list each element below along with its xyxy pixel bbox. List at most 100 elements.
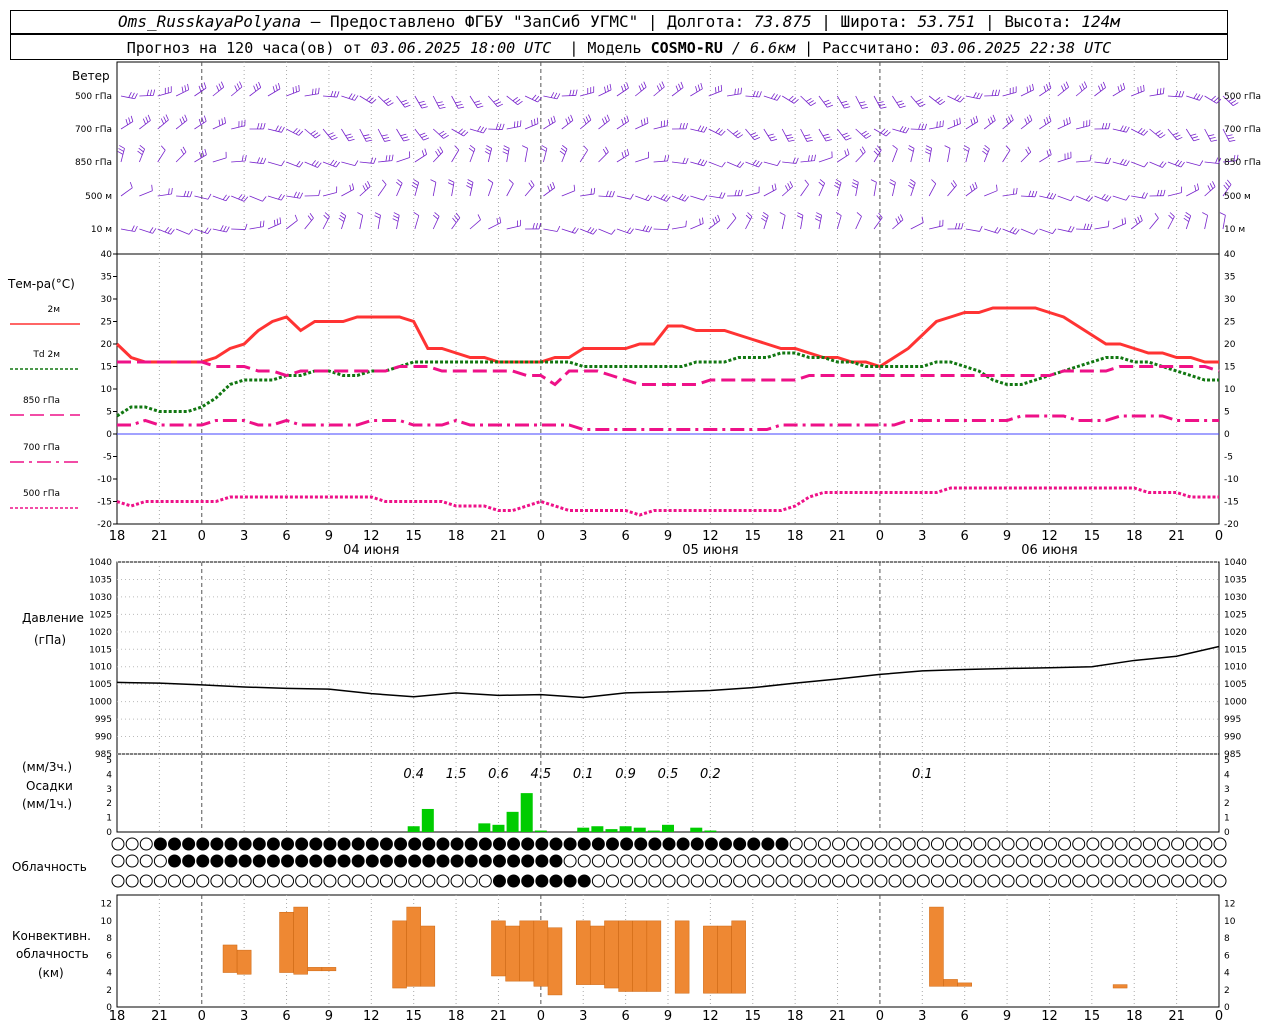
pressure-tick-label: 990 (95, 733, 112, 743)
cloud-symbol (492, 874, 506, 888)
cloud-symbol (1171, 837, 1185, 851)
cloud-symbol (365, 837, 379, 851)
cloud-symbol (577, 874, 591, 888)
time-tick-label-bottom: 18 (787, 1009, 804, 1024)
cloud-symbol (591, 874, 605, 888)
wind-title: Ветер (72, 69, 110, 83)
precip-bar (662, 824, 674, 832)
cloud-symbol (987, 837, 1001, 851)
precip-total-label: 0.2 (700, 767, 721, 782)
convective-tick-label-right: 12 (1224, 900, 1235, 910)
pressure-tick-label-right: 995 (1224, 715, 1241, 725)
cloud-symbol (266, 874, 280, 888)
cloud-symbol (337, 874, 351, 888)
cloud-symbol (930, 837, 944, 851)
cloud-symbol (733, 854, 747, 868)
time-tick-label: 9 (1003, 529, 1011, 544)
pressure-tick-label: 1010 (89, 663, 112, 673)
pressure-tick-label-right: 1005 (1224, 680, 1247, 690)
time-tick-label: 6 (961, 529, 969, 544)
convective-bar (632, 920, 647, 992)
convective-bar (307, 967, 323, 972)
cloud-symbol (1156, 874, 1170, 888)
cloud-symbol (1199, 854, 1213, 868)
wind-level-label-right: 500 гПа (1224, 92, 1261, 102)
cloud-symbol (139, 837, 153, 851)
convective-bars (222, 906, 1128, 996)
cloud-symbol (634, 837, 648, 851)
cloud-symbol (450, 854, 464, 868)
cloud-symbol (281, 874, 295, 888)
precip-bar (704, 830, 717, 832)
time-tick-label: 3 (918, 529, 926, 544)
wind-level-label: 850 гПа (75, 158, 112, 168)
convective-tick-label-right: 0 (1224, 1003, 1230, 1013)
cloud-symbol (690, 837, 704, 851)
cloud-symbol (676, 837, 690, 851)
wind-level-label-right: 10 м (1224, 225, 1245, 235)
pressure-unit: (гПа) (34, 633, 66, 647)
pressure-tick-label: 1040 (89, 558, 112, 568)
precip-tick-label: 2 (106, 799, 112, 809)
time-tick-label: 21 (829, 529, 846, 544)
cloud-symbol (295, 837, 309, 851)
cloud-symbol (662, 837, 676, 851)
date-label: 05 июня (682, 543, 738, 558)
temp-tick-label-right: 15 (1224, 363, 1235, 373)
convective-bar (604, 920, 619, 989)
time-tick-label-bottom: 21 (151, 1009, 168, 1024)
cloud-symbol (422, 837, 436, 851)
convective-bar (547, 927, 563, 996)
cloud-symbol (1015, 837, 1029, 851)
convective-bar (575, 920, 591, 985)
cloud-symbol (210, 837, 224, 851)
convective-tick-label: 6 (106, 951, 112, 961)
wind-level-label: 700 гПа (75, 125, 112, 135)
cloud-symbol (394, 874, 408, 888)
cloud-symbol (860, 837, 874, 851)
temp-tick-label: 20 (101, 340, 113, 350)
pressure-tick-label-right: 1015 (1224, 645, 1247, 655)
cloud-symbol (125, 837, 139, 851)
cloud-symbol (733, 874, 747, 888)
convective-bar (222, 944, 238, 973)
cloud-symbol (266, 837, 280, 851)
cloud-symbol (1156, 837, 1170, 851)
cloud-symbol (973, 854, 987, 868)
cloud-symbol (394, 837, 408, 851)
precip-total-label: 0.6 (488, 767, 509, 782)
cloud-symbol (704, 874, 718, 888)
cloud-symbol (281, 837, 295, 851)
pressure-tick-label: 1020 (89, 628, 112, 638)
cloud-symbol (605, 854, 619, 868)
cloud-symbol (1043, 837, 1057, 851)
convective-title1: Конвективн. (12, 929, 91, 943)
precip-tick-label-right: 0 (1224, 828, 1230, 838)
cloud-symbol (775, 854, 789, 868)
convective-tick-label-right: 6 (1224, 951, 1230, 961)
precip-total-label: 0.1 (573, 767, 594, 782)
convective-bar (491, 920, 506, 977)
cloud-symbol (351, 837, 365, 851)
cloud-symbol (408, 854, 422, 868)
cloud-symbol (690, 854, 704, 868)
time-tick-label-bottom: 21 (1168, 1009, 1185, 1024)
precip-tick-label-right: 4 (1224, 770, 1230, 780)
temp-tick-label-right: 40 (1224, 250, 1236, 260)
cloud-symbol (507, 837, 521, 851)
cloud-symbol (916, 874, 930, 888)
precip-bar (492, 824, 505, 832)
precip-bar (591, 826, 604, 832)
precip-bar (647, 830, 660, 832)
cloud-symbol (1086, 854, 1100, 868)
cloud-symbol (436, 837, 450, 851)
cloud-symbol (719, 874, 733, 888)
time-tick-label: 12 (363, 529, 380, 544)
cloud-symbol (182, 874, 196, 888)
cloud-symbol (733, 837, 747, 851)
cloud-symbol (1001, 874, 1015, 888)
cloud-symbol (549, 837, 563, 851)
cloud-symbol (747, 837, 761, 851)
convective-bar (236, 949, 252, 975)
precip-bar (520, 793, 533, 832)
